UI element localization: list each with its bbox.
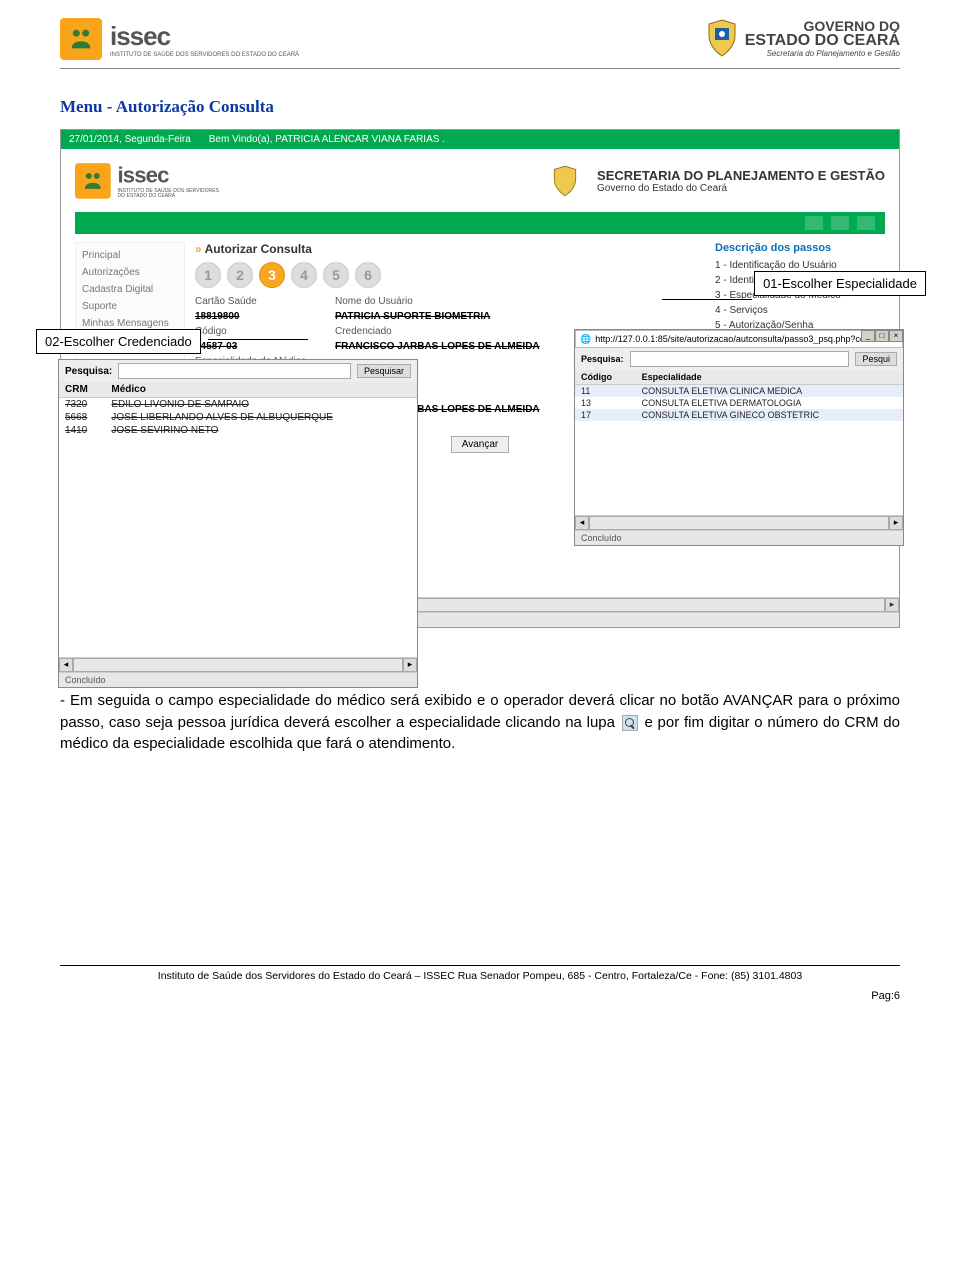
gov-line2: ESTADO DO CEARÁ	[745, 32, 900, 49]
avancar-button[interactable]: Avançar	[451, 436, 510, 453]
nav-mail-icon[interactable]	[831, 216, 849, 230]
val-cartao: 18819800	[195, 311, 325, 322]
section-title: Menu - Autorização Consulta	[60, 97, 900, 117]
page-number: Pag:6	[60, 990, 900, 1002]
table-row[interactable]: 1410JOSE SEVIRINO NETO	[59, 424, 417, 437]
footer-rule	[60, 965, 900, 966]
topbar-date: 27/01/2014, Segunda-Feira	[69, 134, 191, 145]
app-issec-text: issec	[118, 162, 220, 188]
label-cartao: Cartão Saúde	[195, 296, 325, 307]
lupa-inline-icon	[622, 715, 638, 731]
col-esp: Especialidade	[636, 370, 903, 385]
table-row[interactable]: 13CONSULTA ELETIVA DERMATOLOGIA	[575, 397, 903, 409]
pesq-input[interactable]	[118, 363, 351, 379]
sidebar-item[interactable]: Cadastra Digital	[82, 281, 178, 298]
step-6: 6	[355, 262, 381, 288]
label-nome-usu: Nome do Usuário	[335, 296, 705, 307]
popup-r-scrollbar[interactable]: ◂▸	[575, 515, 903, 530]
popup-scrollbar[interactable]: ◂▸	[59, 657, 417, 672]
col-crm: CRM	[59, 382, 105, 398]
step-4: 4	[291, 262, 317, 288]
pesq-input-r[interactable]	[630, 351, 850, 367]
pesq-label-r: Pesquisa:	[581, 354, 624, 364]
label-codigo: Código	[195, 326, 325, 337]
callout-left: 02-Escolher Credenciado	[36, 329, 201, 354]
table-row[interactable]: 17CONSULTA ELETIVA GINECO OBSTETRIC	[575, 409, 903, 421]
pesq-button-r[interactable]: Pesqui	[855, 352, 897, 366]
table-row[interactable]: 5668JOSE LIBERLANDO ALVES DE ALBUQUERQUE	[59, 411, 417, 424]
doc-header: issec INSTITUTO DE SAÚDE DOS SERVIDORES …	[0, 0, 960, 66]
popup-especialidade: _□× 🌐 Pesquisa: Pesqui CódigoEspecialida…	[574, 329, 904, 546]
app-sec-sub: Governo do Estado do Ceará	[597, 183, 885, 194]
callout-right: 01-Escolher Especialidade	[754, 271, 926, 296]
issec-logo-sub: INSTITUTO DE SAÚDE DOS SERVIDORES DO EST…	[110, 52, 299, 58]
sidebar-item[interactable]: Autorizações	[82, 264, 178, 281]
sidebar-item[interactable]: Suporte	[82, 298, 178, 315]
table-row[interactable]: 7320EDILO LIVONIO DE SAMPAIO	[59, 398, 417, 412]
issec-logo-icon	[60, 18, 102, 60]
popup-r-status: Concluído	[575, 530, 903, 545]
callout-left-line	[208, 339, 308, 340]
step-1: 1	[195, 262, 221, 288]
val-nome-usu: PATRICIA SUPORTE BIOMETRIA	[335, 311, 705, 322]
app-navbar	[75, 212, 885, 234]
step-2: 2	[227, 262, 253, 288]
app-issec-icon	[75, 163, 111, 199]
app-issec-sub: INSTITUTO DE SAÚDE DOS SERVIDORESDO ESTA…	[118, 189, 220, 199]
col-medico: Médico	[105, 382, 417, 398]
steps-desc-title: Descrição dos passos	[715, 242, 885, 254]
col-codigo: Código	[575, 370, 636, 385]
popup-medico: Pesquisa: Pesquisar CRMMédico 7320EDILO …	[58, 359, 418, 688]
pesq-label: Pesquisa:	[65, 366, 112, 377]
step-5: 5	[323, 262, 349, 288]
main-title: » Autorizar Consulta	[195, 242, 705, 256]
popup-status: Concluído	[59, 672, 417, 687]
topbar-welcome: Bem Vindo(a), PATRICIA ALENCAR VIANA FAR…	[209, 134, 445, 145]
table-row[interactable]: 11CONSULTA ELETIVA CLINICA MEDICA	[575, 385, 903, 398]
app-topbar: 27/01/2014, Segunda-Feira Bem Vindo(a), …	[61, 130, 899, 149]
footer-text: Instituto de Saúde dos Servidores do Est…	[60, 970, 900, 982]
header-rule	[60, 68, 900, 69]
addr-bar[interactable]	[595, 332, 898, 346]
gov-sub: Secretaria do Planejamento e Gestão	[745, 49, 900, 58]
app-shield-icon	[551, 164, 579, 198]
val-codigo: 14587-03	[195, 341, 325, 352]
step-3: 3	[259, 262, 285, 288]
globe-icon: 🌐	[580, 334, 591, 345]
step-indicator: 1 2 3 4 5 6	[195, 262, 705, 288]
window-controls[interactable]: _□×	[861, 330, 903, 342]
steps-desc-item: 4 - Serviços	[715, 303, 885, 318]
nav-user-icon[interactable]	[857, 216, 875, 230]
pesq-button[interactable]: Pesquisar	[357, 364, 411, 378]
app-sec-title: SECRETARIA DO PLANEJAMENTO E GESTÃO	[597, 168, 885, 183]
nav-home-icon[interactable]	[805, 216, 823, 230]
ceara-shield-icon	[705, 18, 739, 58]
issec-logo-text: issec	[110, 21, 299, 52]
sidebar-item[interactable]: Principal	[82, 247, 178, 264]
callout-right-line	[662, 299, 752, 300]
